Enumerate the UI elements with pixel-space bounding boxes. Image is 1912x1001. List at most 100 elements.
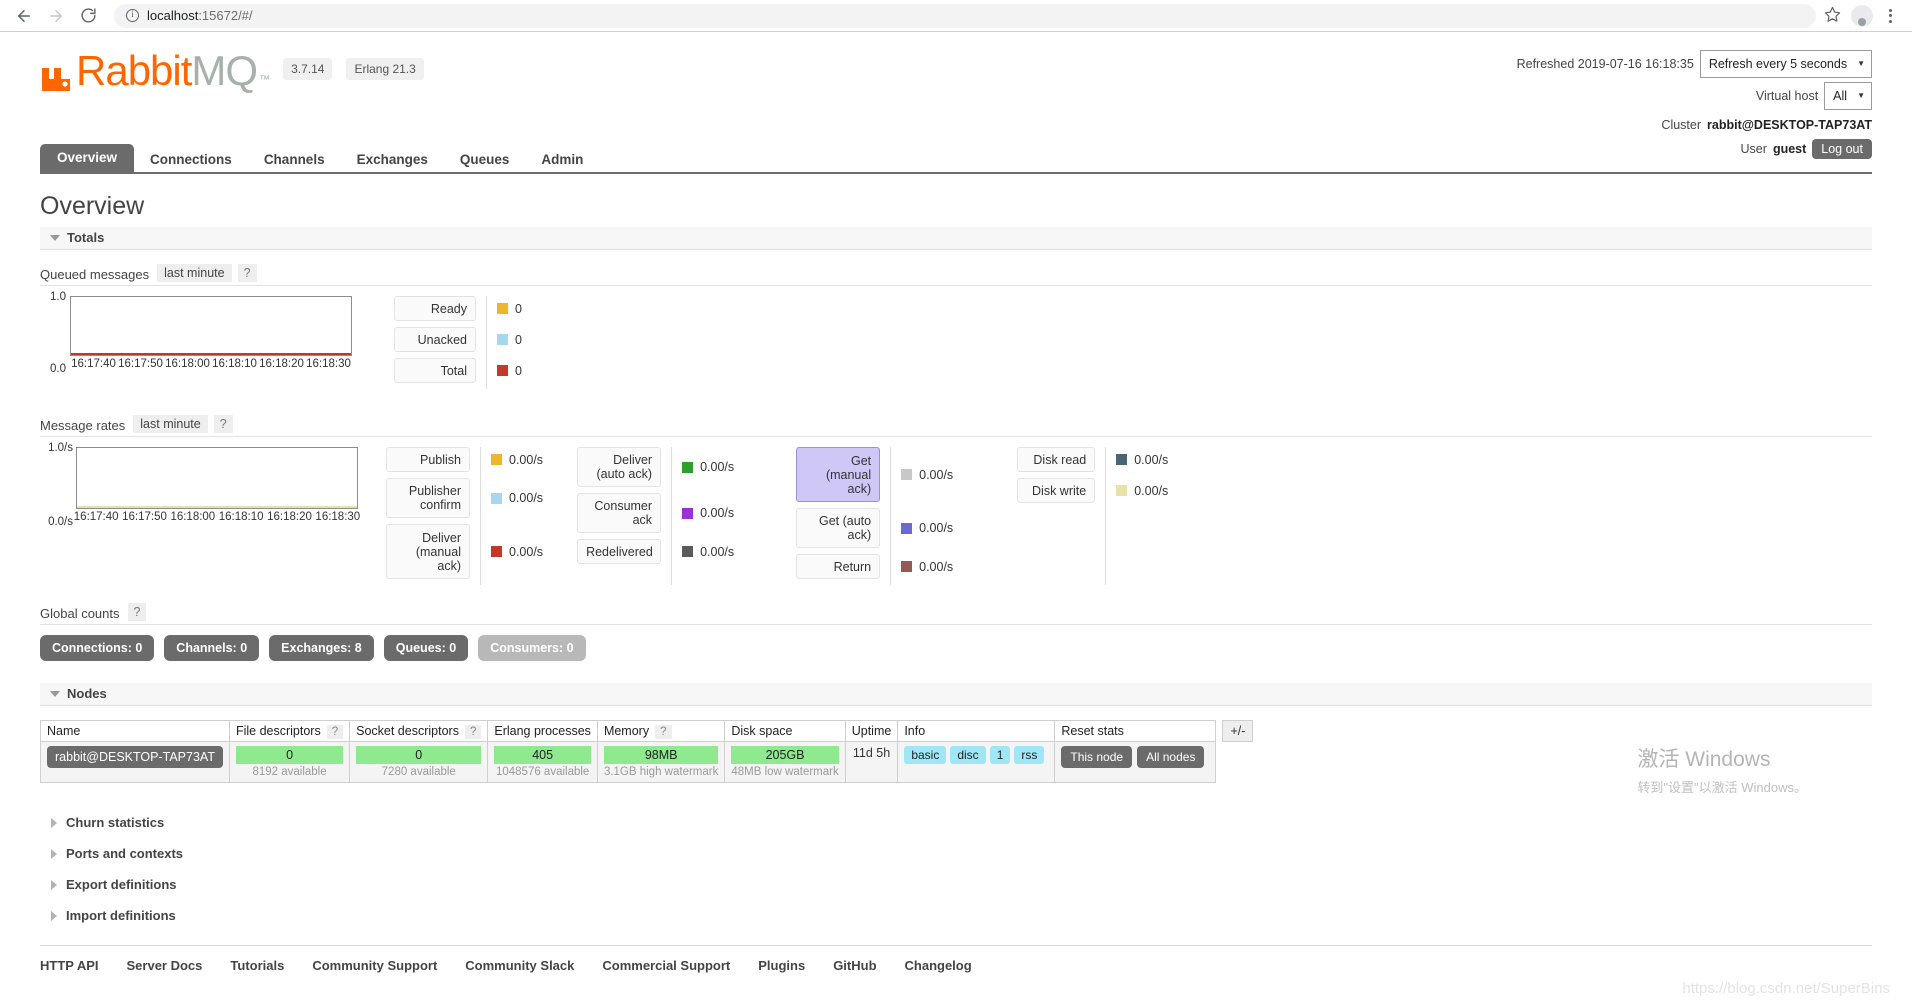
chevron-down-icon: ▼ [1857,59,1865,68]
legend-button-get-auto-ack[interactable]: Get (auto ack) [796,508,881,548]
help-icon[interactable]: ? [655,725,672,739]
tab-exchanges[interactable]: Exchanges [341,147,444,173]
footer-link-github[interactable]: GitHub [833,958,876,973]
count-badge-queues[interactable]: Queues: 0 [383,635,469,661]
count-badge-consumers[interactable]: Consumers: 0 [478,635,586,661]
cell-info: basic disc 1 rss [897,741,1056,783]
legend-button-return[interactable]: Return [796,554,881,579]
x-tick-label: 16:18:00 [170,511,216,523]
tab-overview[interactable]: Overview [40,143,135,172]
gauge-subtext: 1048576 available [495,766,590,778]
tab-channels[interactable]: Channels [248,147,341,173]
legend-button-redelivered[interactable]: Redelivered [577,539,662,564]
header-status-panel: Refreshed 2019-07-16 16:18:35 Refresh ev… [1517,50,1872,164]
legend-button-consumer-ack[interactable]: Consumer ack [577,493,662,533]
info-chip-disc[interactable]: disc [950,746,986,764]
tab-queues[interactable]: Queues [444,147,526,173]
bookmark-star-icon[interactable] [1824,6,1841,26]
refresh-interval-select[interactable]: Refresh every 5 seconds ▼ [1699,50,1872,78]
footer-link-server-docs[interactable]: Server Docs [127,958,203,973]
footer-link-plugins[interactable]: Plugins [758,958,805,973]
cell-erlang-processes: 405 1048576 available [487,741,598,783]
address-bar[interactable]: localhost:15672/#/ [114,3,1816,28]
forward-arrow-icon[interactable] [42,2,70,30]
chrome-menu-icon[interactable] [1883,8,1898,23]
legend-button-deliver-manual-ack[interactable]: Deliver (manual ack) [386,524,470,579]
legend-button-total[interactable]: Total [394,358,476,383]
info-chip-basic[interactable]: basic [904,746,947,764]
count-badge-channels[interactable]: Channels: 0 [164,635,260,661]
legend-button-deliver-auto-ack[interactable]: Deliver (auto ack) [577,447,662,487]
info-chip-rss[interactable]: rss [1014,746,1045,764]
legend-value-row: 0.00/s [901,447,953,502]
cell-node-name: rabbit@DESKTOP-TAP73AT [40,741,230,783]
site-info-icon[interactable] [126,8,139,22]
vhost-value: All [1833,89,1848,103]
help-icon[interactable]: ? [213,415,233,433]
legend-color-swatch [491,492,502,504]
legend-value-text: 0.00/s [509,491,544,505]
collapsible-import-definitions[interactable]: Import definitions [40,900,1872,931]
legend-value-column: 0.00/s 0.00/s 0.00/s [901,447,953,585]
reset-stats-group: This node All nodes [1061,746,1209,768]
help-icon[interactable]: ? [127,603,147,621]
footer-link-community-support[interactable]: Community Support [312,958,437,973]
vhost-select[interactable]: All ▼ [1824,82,1872,110]
help-icon[interactable]: ? [326,725,344,739]
count-badge-exchanges[interactable]: Exchanges: 8 [269,635,374,661]
cell-uptime: 11d 5h [844,741,899,783]
erlang-version-badge: Erlang 21.3 [346,58,424,80]
count-badge-connections[interactable]: Connections: 0 [40,635,155,661]
blog-url-watermark: https://blog.csdn.net/SuperBins [1682,980,1890,997]
logout-button[interactable]: Log out [1812,139,1872,159]
collapsible-churn-statistics[interactable]: Churn statistics [40,807,1872,838]
legend-button-disk-read[interactable]: Disk read [1017,447,1096,472]
legend-button-disk-write[interactable]: Disk write [1017,478,1096,503]
gauge-value: 205GB [731,746,839,764]
collapsible-ports-and-contexts[interactable]: Ports and contexts [40,838,1872,869]
tab-connections[interactable]: Connections [134,147,248,173]
col-memory: Memory? [596,720,726,742]
x-tick-label: 16:18:30 [315,511,361,523]
col-reset-stats: Reset stats [1054,720,1217,742]
help-icon[interactable]: ? [237,264,257,282]
legend-color-swatch [497,334,508,345]
reload-icon[interactable] [74,2,102,30]
footer-link-http-api[interactable]: HTTP API [40,958,99,973]
profile-avatar-icon[interactable] [1851,4,1873,27]
legend-button-get-manual-ack[interactable]: Get (manual ack) [796,447,881,502]
subheader-message-rates: Message rates last minute ? [40,415,1872,437]
chevron-down-icon: ▼ [1857,91,1865,100]
section-header-totals[interactable]: Totals [40,227,1872,250]
legend-value-text: 0.00/s [700,460,735,474]
collapsible-export-definitions[interactable]: Export definitions [40,869,1872,900]
legend-divider [486,296,487,389]
footer-link-community-slack[interactable]: Community Slack [465,958,574,973]
queued-messages-label: Queued messages [40,267,150,282]
queued-messages-period[interactable]: last minute [157,264,232,282]
legend-button-ready[interactable]: Ready [394,296,476,321]
reset-stats-this-node-button[interactable]: This node [1061,746,1133,768]
legend-button-unacked[interactable]: Unacked [394,327,476,352]
footer-link-tutorials[interactable]: Tutorials [230,958,284,973]
footer-link-changelog[interactable]: Changelog [905,958,972,973]
section-header-nodes[interactable]: Nodes [40,683,1872,706]
message-rates-period[interactable]: last minute [133,415,208,433]
collapsible-label: Ports and contexts [66,846,184,861]
legend-button-publish[interactable]: Publish [386,447,470,472]
reset-stats-all-nodes-button[interactable]: All nodes [1137,746,1205,768]
footer-link-commercial-support[interactable]: Commercial Support [602,958,730,973]
node-name-chip[interactable]: rabbit@DESKTOP-TAP73AT [47,746,223,768]
help-icon[interactable]: ? [464,725,482,739]
column-toggle-button[interactable]: +/- [1222,720,1254,742]
legend-button-publisher-confirm[interactable]: Publisher confirm [386,478,470,518]
legend-label-column: Get (manual ack) Get (auto ack) Return [796,447,881,585]
info-chip-1[interactable]: 1 [989,746,1011,764]
legend-value-text: 0.00/s [1134,452,1169,467]
rabbitmq-logo[interactable]: Rabbit MQ ™ [40,50,270,92]
version-badge: 3.7.14 [283,58,333,80]
tab-admin[interactable]: Admin [525,147,599,173]
legend-color-swatch [901,561,913,572]
page-title: Overview [40,192,145,220]
back-arrow-icon[interactable] [10,2,38,30]
